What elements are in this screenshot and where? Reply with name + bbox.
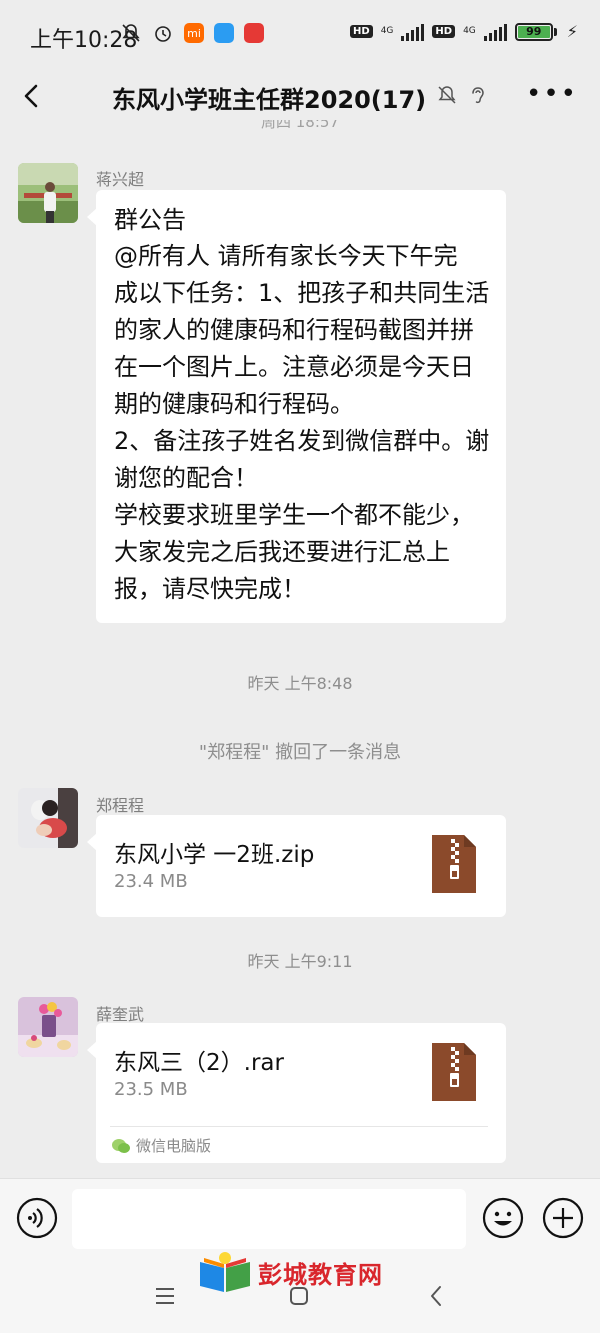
signal-icon-2 [483, 23, 507, 41]
avatar[interactable] [18, 163, 78, 223]
more-functions-button[interactable] [542, 1197, 584, 1239]
emoji-button[interactable] [482, 1197, 524, 1239]
announcement-bubble[interactable]: 群公告 @所有人 请所有家长今天下午完 成以下任务：1、把孩子和共同生活 的家人… [87, 190, 506, 623]
mi-app-icon: mi [184, 23, 204, 43]
chevron-left-icon [24, 84, 38, 108]
file-message-bubble[interactable]: 东风三（2）.rar 23.5 MB 微信电脑版 [87, 1023, 506, 1163]
time-divider: 昨天 上午9:11 [247, 952, 353, 971]
menu-nav-button[interactable] [154, 1286, 176, 1306]
file-message-bubble[interactable]: 东风小学 一2班.zip 23.4 MB [87, 815, 506, 917]
network-4g-label-2: 4G [463, 26, 476, 36]
notice-line: 的家人的健康码和行程码截图并拼 [114, 316, 474, 344]
notice-line: 学校要求班里学生一个都不能少， [114, 501, 474, 529]
sender-name: 郑程程 [96, 796, 145, 815]
file-name: 东风小学 一2班.zip [114, 842, 315, 868]
avatar[interactable] [18, 788, 78, 848]
network-4g-label: 4G [380, 26, 394, 36]
chevron-left-icon [431, 1286, 441, 1306]
notice-line: 2、备注孩子姓名发到微信群中。谢 [114, 427, 490, 455]
divider [110, 1126, 488, 1127]
status-icons-left: mi [120, 22, 264, 44]
input-bar [0, 1178, 600, 1258]
hd-badge-2: HD [432, 25, 456, 38]
notice-line: @所有人 请所有家长今天下午完 [114, 242, 458, 270]
chat-title: 东风小学班主任群2020(17) [112, 86, 427, 114]
cloud-app-icon [214, 23, 234, 43]
hd-badge: HD [350, 25, 373, 38]
signal-icon [401, 23, 425, 41]
status-bar: 上午10:28 mi HD 4G HD 4G 99 ⚡ [0, 0, 600, 76]
alarm-clock-icon [152, 22, 174, 44]
back-nav-button[interactable] [428, 1284, 444, 1308]
notice-line: 报，请尽快完成！ [114, 575, 306, 603]
rar-file-icon [432, 1043, 476, 1101]
battery-icon: 99 [514, 22, 557, 41]
file-source: 微信电脑版 [112, 1135, 211, 1156]
sender-name: 蒋兴超 [96, 170, 145, 189]
time-divider: 昨天 上午8:48 [247, 674, 353, 693]
notice-title: 群公告 [114, 206, 186, 234]
file-size: 23.5 MB [114, 1079, 188, 1100]
file-name: 东风三（2）.rar [114, 1050, 284, 1076]
chat-header: 东风小学班主任群2020(17) ••• [0, 70, 600, 122]
file-source-label: 微信电脑版 [136, 1137, 212, 1155]
notice-line: 谢您的配合！ [114, 464, 258, 492]
earpiece-icon [466, 84, 488, 106]
charging-icon: ⚡ [566, 22, 578, 41]
voice-icon [16, 1197, 58, 1239]
notice-line: 期的健康码和行程码。 [114, 390, 354, 418]
notice-line: 大家发完之后我还要进行汇总上 [114, 538, 450, 566]
notice-line: 在一个图片上。注意必须是今天日 [114, 353, 474, 381]
watermark-text: 彭城教育网 [258, 1260, 383, 1289]
zip-file-icon [432, 835, 476, 893]
file-size: 23.4 MB [114, 871, 188, 892]
avatar[interactable] [18, 997, 78, 1057]
wechat-icon [112, 1138, 130, 1153]
plus-icon [542, 1197, 584, 1239]
notification-app-icon [244, 23, 264, 43]
more-options-button[interactable]: ••• [526, 81, 578, 107]
bell-off-icon [120, 22, 142, 44]
voice-input-button[interactable] [16, 1197, 58, 1239]
watermark-book-logo-icon [200, 1252, 250, 1292]
emoji-icon [482, 1197, 524, 1239]
watermark: 彭城教育网 [198, 1250, 383, 1294]
message-input[interactable] [72, 1189, 466, 1249]
status-icons-right: HD 4G HD 4G 99 ⚡ [350, 22, 578, 41]
notice-line: 成以下任务：1、把孩子和共同生活 [114, 279, 490, 307]
menu-icon [156, 1288, 174, 1304]
clipped-timestamp: 周四 18:57 [261, 120, 339, 131]
battery-level: 99 [517, 25, 550, 38]
recall-notice: "郑程程" 撤回了一条消息 [198, 742, 402, 763]
sender-name: 薛奎武 [96, 1005, 145, 1024]
back-button[interactable] [16, 80, 48, 112]
mute-bell-icon [436, 84, 458, 106]
